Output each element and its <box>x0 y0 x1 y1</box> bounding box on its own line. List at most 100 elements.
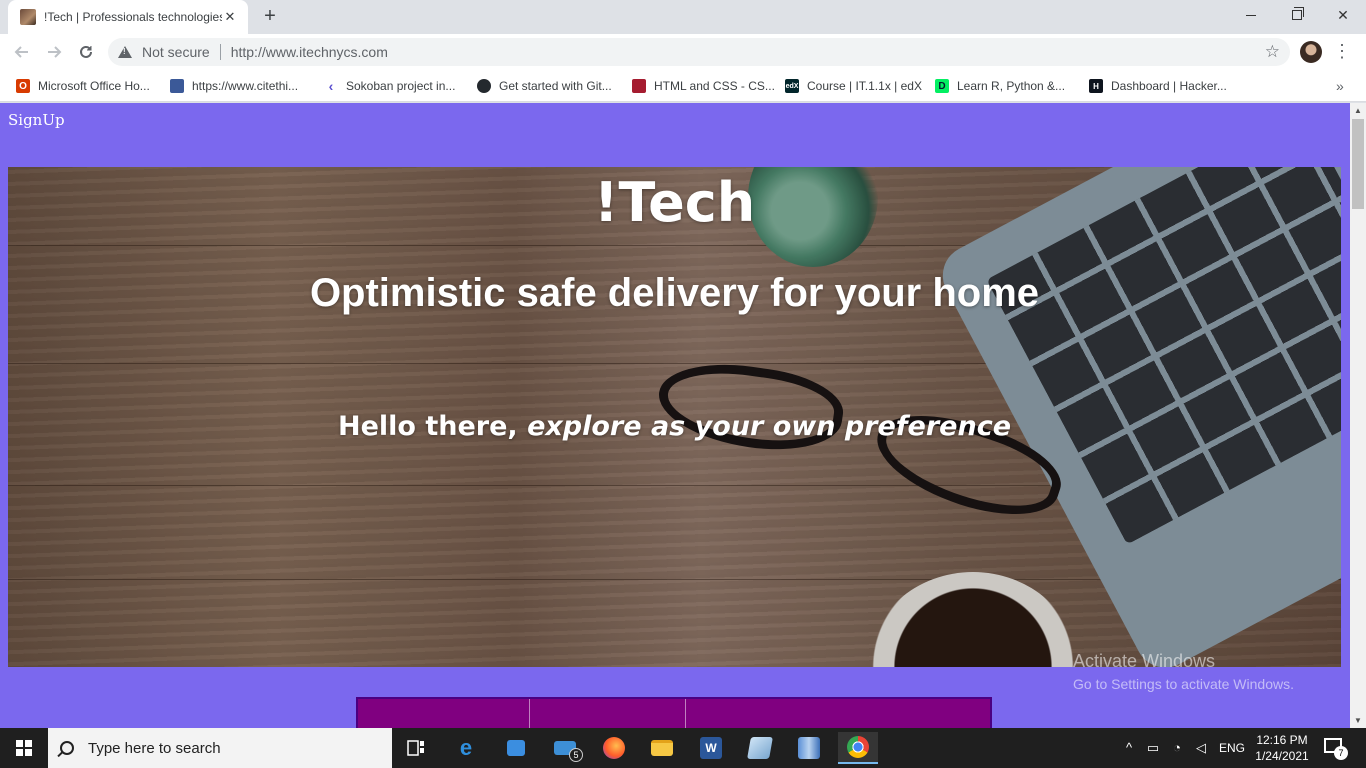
activate-subtitle: Go to Settings to activate Windows. <box>1073 676 1294 692</box>
forward-button[interactable] <box>40 38 68 66</box>
notes-app[interactable] <box>740 732 780 764</box>
notification-badge: 7 <box>1334 746 1348 760</box>
task-view-button[interactable] <box>396 732 436 764</box>
volume-icon[interactable]: ◁ <box>1193 740 1209 756</box>
task-view-icon <box>407 740 424 756</box>
notepad-icon <box>747 737 773 759</box>
office-icon: O <box>16 79 30 93</box>
sokoban-icon: ‹ <box>328 78 334 94</box>
clock-time: 12:16 PM <box>1256 733 1308 747</box>
bookmark-citethis[interactable]: https://www.citethi... <box>170 76 298 96</box>
edx-icon: edX <box>785 79 799 93</box>
hackerrank-icon: H <box>1089 79 1103 93</box>
greeting-emphasis: explore as your own preference <box>527 411 1012 442</box>
table-cell <box>686 699 990 728</box>
browser-toolbar: Not secure http://www.itechnycs.com ☆ ⋮ <box>0 34 1366 70</box>
bookmark-github[interactable]: Get started with Git... <box>477 76 612 96</box>
page-viewport: SignUp !Tech Optimistic safe delivery fo… <box>0 103 1350 728</box>
bookmark-datacamp[interactable]: D Learn R, Python &... <box>935 76 1065 96</box>
firefox-app[interactable] <box>594 732 634 764</box>
bookmark-label: HTML and CSS - CS... <box>654 79 775 93</box>
table-cell <box>530 699 686 728</box>
bookmark-hackerrank[interactable]: H Dashboard | Hacker... <box>1089 76 1227 96</box>
search-icon <box>60 741 74 755</box>
bookmarks-bar: O Microsoft Office Ho... https://www.cit… <box>0 70 1366 102</box>
bookmark-label: Learn R, Python &... <box>957 79 1066 93</box>
reload-button[interactable] <box>72 38 100 66</box>
more-bookmarks-icon[interactable]: » <box>1336 78 1344 94</box>
bookmark-label: Course | IT.1.1x | edX <box>807 79 922 93</box>
chrome-app[interactable] <box>838 732 878 764</box>
clock-date: 1/24/2021 <box>1255 749 1309 763</box>
bookmark-sokoban[interactable]: ‹ Sokoban project in... <box>324 76 456 96</box>
word-icon: W <box>700 737 722 759</box>
datacamp-icon: D <box>935 79 949 93</box>
bookmark-harvard-cs50[interactable]: HTML and CSS - CS... <box>632 76 775 96</box>
wifi-icon[interactable]: ◔ <box>1169 740 1185 756</box>
chrome-icon <box>847 736 869 758</box>
bookmark-label: https://www.citethi... <box>192 79 299 93</box>
content-table <box>356 697 992 728</box>
battery-icon[interactable]: ▭ <box>1145 740 1161 756</box>
edge-icon: e <box>459 735 473 760</box>
store-icon <box>507 740 525 756</box>
windows-taskbar: Type here to search e 5 W ^ ▭ ◔ ◁ ENG 12… <box>0 728 1366 768</box>
restore-button[interactable] <box>1274 0 1320 30</box>
tab-title: !Tech | Professionals technologies <box>44 10 222 24</box>
word-app[interactable]: W <box>691 732 731 764</box>
scroll-down-icon[interactable]: ▼ <box>1354 716 1362 725</box>
firefox-icon <box>603 737 625 759</box>
address-bar[interactable]: Not secure http://www.itechnycs.com ☆ <box>108 38 1290 66</box>
github-icon <box>477 79 491 93</box>
archive-icon <box>798 737 820 759</box>
edge-app[interactable]: e <box>446 732 486 764</box>
file-explorer-app[interactable] <box>642 732 682 764</box>
new-tab-button[interactable]: + <box>258 6 282 28</box>
site-favicon-icon <box>20 9 36 25</box>
back-button[interactable] <box>8 38 36 66</box>
scroll-up-icon[interactable]: ▲ <box>1354 106 1362 115</box>
bookmark-microsoft-office[interactable]: O Microsoft Office Ho... <box>16 76 150 96</box>
start-button[interactable] <box>0 728 48 768</box>
hero-title: !Tech <box>593 171 756 234</box>
language-indicator[interactable]: ENG <box>1219 728 1245 768</box>
harvard-icon <box>632 79 646 93</box>
bookmark-star-icon[interactable]: ☆ <box>1265 42 1280 62</box>
browser-menu-icon[interactable]: ⋮ <box>1332 40 1352 64</box>
show-hidden-icons-icon[interactable]: ^ <box>1121 740 1137 756</box>
bookmark-label: Sokoban project in... <box>346 79 456 93</box>
signup-link[interactable]: SignUp <box>8 111 65 129</box>
windows-logo-icon <box>16 740 32 756</box>
url-text[interactable]: http://www.itechnycs.com <box>231 44 388 60</box>
citethis-icon <box>170 79 184 93</box>
close-window-button[interactable]: ✕ <box>1320 0 1366 30</box>
action-center-button[interactable]: 7 <box>1324 738 1348 760</box>
profile-avatar[interactable] <box>1300 41 1322 63</box>
bookmark-label: Get started with Git... <box>499 79 612 93</box>
warning-icon[interactable] <box>118 46 132 58</box>
browser-tab[interactable]: !Tech | Professionals technologies ✕ <box>8 0 248 34</box>
restore-icon <box>1292 7 1304 20</box>
activate-windows-watermark: Activate Windows Go to Settings to activ… <box>1073 651 1294 692</box>
minimize-button[interactable] <box>1228 0 1274 30</box>
scroll-thumb[interactable] <box>1352 119 1364 209</box>
taskbar-search[interactable]: Type here to search <box>48 728 392 768</box>
store-app[interactable] <box>496 732 536 764</box>
minimize-icon <box>1246 14 1256 16</box>
archive-app[interactable] <box>789 732 829 764</box>
mail-badge: 5 <box>569 748 583 762</box>
tab-close-icon[interactable]: ✕ <box>222 9 238 25</box>
bookmark-edx[interactable]: edX Course | IT.1.1x | edX <box>785 76 922 96</box>
mail-app[interactable]: 5 <box>545 732 585 764</box>
activate-title: Activate Windows <box>1073 651 1216 671</box>
bookmark-label: Dashboard | Hacker... <box>1111 79 1227 93</box>
search-placeholder: Type here to search <box>88 739 221 757</box>
security-status[interactable]: Not secure <box>142 44 210 60</box>
greeting-text: Hello there, <box>337 411 528 442</box>
bookmark-label: Microsoft Office Ho... <box>38 79 150 93</box>
taskbar-clock[interactable]: 12:16 PM 1/24/2021 <box>1252 732 1312 764</box>
hero-greeting: Hello there, explore as your own prefere… <box>8 411 1341 442</box>
hero-banner: !Tech Optimistic safe delivery for your … <box>8 167 1341 667</box>
vertical-scrollbar[interactable]: ▲ ▼ <box>1350 103 1366 728</box>
folder-icon <box>651 740 673 756</box>
